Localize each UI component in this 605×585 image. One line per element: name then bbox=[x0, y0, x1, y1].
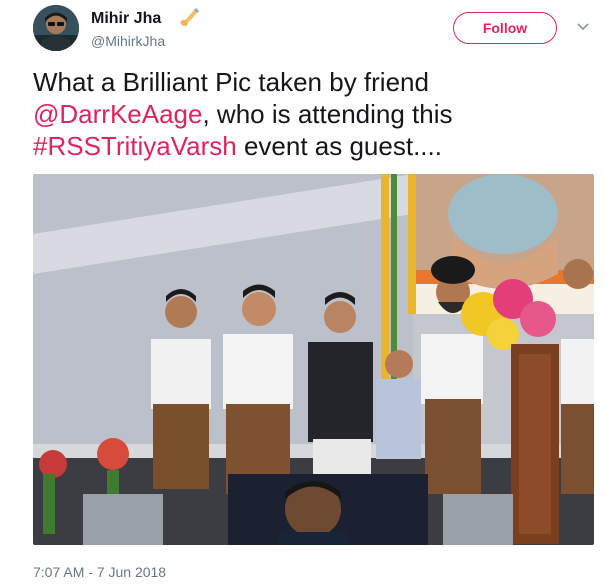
tweet-photo[interactable] bbox=[33, 174, 594, 545]
chevron-down-icon[interactable] bbox=[576, 20, 590, 34]
username[interactable]: @MihirkJha bbox=[91, 33, 165, 49]
mention-link[interactable]: @DarrKeAage bbox=[33, 99, 202, 129]
tweet-text: What a Brilliant Pic taken by friend @Da… bbox=[33, 66, 593, 162]
tweet-text-part: What a Brilliant Pic taken by friend bbox=[33, 67, 429, 97]
tweet-text-part: event as guest.... bbox=[236, 131, 442, 161]
timestamp-link[interactable]: 7:07 AM - 7 Jun 2018 bbox=[33, 564, 166, 580]
hashtag-link[interactable]: #RSSTritiyaVarsh bbox=[33, 131, 237, 161]
avatar-image bbox=[33, 5, 79, 51]
follow-button[interactable]: Follow bbox=[453, 12, 557, 44]
writing-hand-icon bbox=[180, 8, 199, 27]
tweet-text-part: , who is attending this bbox=[202, 99, 453, 129]
display-name[interactable]: Mihir Jha bbox=[91, 10, 161, 28]
avatar[interactable] bbox=[33, 5, 79, 51]
event-photo-illustration bbox=[33, 174, 594, 545]
tweet-card: Mihir Jha @MihirkJha Follow What a Brill… bbox=[0, 0, 605, 585]
